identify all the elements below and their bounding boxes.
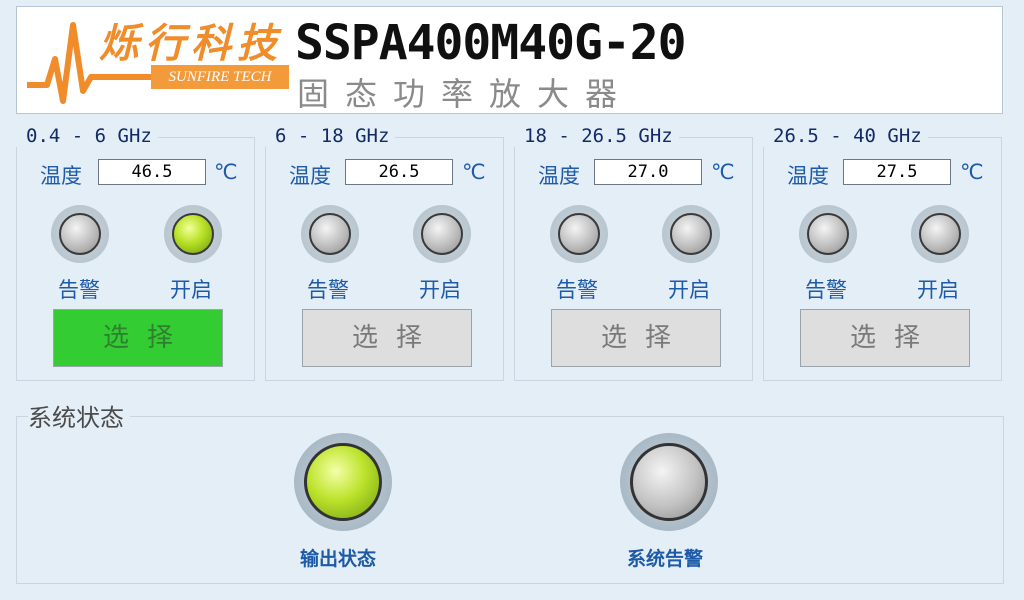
power-on-indicator-icon [662, 205, 720, 263]
on-label: 开启 [170, 278, 212, 302]
on-label: 开启 [917, 278, 959, 302]
output-status-label: 输出状态 [300, 548, 377, 570]
alarm-indicator-icon [301, 205, 359, 263]
alarm-label: 告警 [307, 278, 349, 302]
system-alarm-label: 系统告警 [627, 548, 704, 570]
temp-label: 温度 [40, 164, 82, 188]
temp-unit: ℃ [214, 160, 238, 184]
temp-unit: ℃ [462, 160, 486, 184]
temp-value-field: 27.5 [843, 159, 951, 185]
temp-label: 温度 [787, 164, 829, 188]
system-status-title: 系统状态 [28, 398, 130, 433]
product-subtitle: 固态功率放大器 [297, 75, 634, 113]
power-on-indicator-icon [164, 205, 222, 263]
power-on-indicator-icon [911, 205, 969, 263]
model-number: SSPA400M40G-20 [295, 15, 687, 71]
on-label: 开启 [668, 278, 710, 302]
header-banner: 烁行科技 SUNFIRE TECH SSPA400M40G-20 固态功率放大器 [16, 6, 1003, 114]
select-band-button[interactable]: 选择 [302, 309, 472, 367]
select-band-button[interactable]: 选择 [53, 309, 223, 367]
system-alarm-indicator-icon [620, 433, 718, 531]
temp-unit: ℃ [711, 160, 735, 184]
temp-value-field: 26.5 [345, 159, 453, 185]
alarm-label: 告警 [58, 278, 100, 302]
alarm-label: 告警 [805, 278, 847, 302]
alarm-indicator-icon [550, 205, 608, 263]
alarm-label: 告警 [556, 278, 598, 302]
select-band-button[interactable]: 选择 [800, 309, 970, 367]
alarm-indicator-icon [51, 205, 109, 263]
band-title: 18 - 26.5 GHz [514, 125, 679, 147]
logo-english-text: SUNFIRE TECH [151, 65, 289, 89]
system-status-panel [16, 416, 1004, 584]
on-label: 开启 [419, 278, 461, 302]
temp-unit: ℃ [960, 160, 984, 184]
temp-value-field: 27.0 [594, 159, 702, 185]
output-status-indicator-icon [294, 433, 392, 531]
temp-label: 温度 [289, 164, 331, 188]
company-logo: 烁行科技 SUNFIRE TECH [17, 7, 295, 113]
power-on-indicator-icon [413, 205, 471, 263]
logo-chinese-text: 烁行科技 [99, 20, 283, 67]
temp-label: 温度 [538, 164, 580, 188]
band-title: 6 - 18 GHz [265, 125, 396, 147]
band-title: 26.5 - 40 GHz [763, 125, 928, 147]
select-band-button[interactable]: 选择 [551, 309, 721, 367]
temp-value-field: 46.5 [98, 159, 206, 185]
alarm-indicator-icon [799, 205, 857, 263]
band-title: 0.4 - 6 GHz [16, 125, 158, 147]
